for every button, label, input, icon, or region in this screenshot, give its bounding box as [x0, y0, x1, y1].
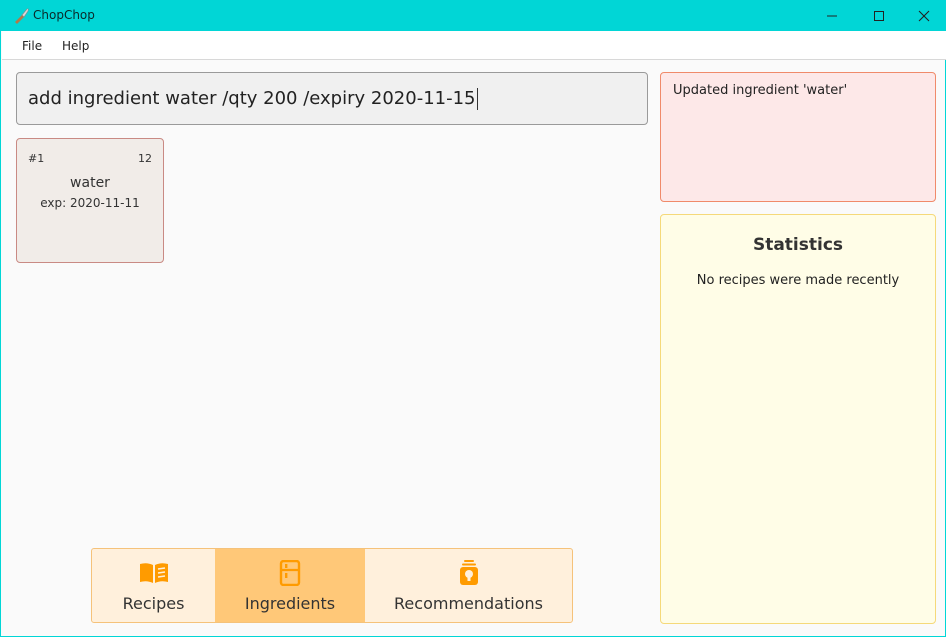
- minimize-icon: [826, 7, 838, 26]
- text-caret: [476, 87, 478, 110]
- close-button[interactable]: [901, 1, 946, 31]
- statistics-message: No recipes were made recently: [696, 273, 900, 288]
- command-text: add ingredient water /qty 200 /expiry 20…: [28, 88, 476, 109]
- app-window: ChopChop File Help add ingredient water …: [0, 0, 946, 637]
- ingredient-quantity: 12: [138, 152, 152, 165]
- tab-ingredients-label: Ingredients: [244, 594, 336, 613]
- ingredient-card[interactable]: #1 12 water exp: 2020-11-11: [16, 138, 164, 263]
- menu-file[interactable]: File: [22, 39, 42, 53]
- book-icon: [139, 560, 169, 586]
- command-input[interactable]: add ingredient water /qty 200 /expiry 20…: [16, 72, 648, 125]
- minimize-button[interactable]: [809, 1, 855, 31]
- statistics-title: Statistics: [752, 235, 844, 255]
- result-display: Updated ingredient 'water': [660, 72, 936, 202]
- ingredient-name: water: [70, 175, 110, 191]
- ingredient-expiry: exp: 2020-11-11: [40, 196, 140, 210]
- tab-recipes[interactable]: Recipes: [92, 549, 215, 622]
- tab-bar: Recipes Ingredients Recommendations: [91, 548, 573, 623]
- fridge-icon: [279, 560, 301, 586]
- tab-ingredients[interactable]: Ingredients: [215, 549, 365, 622]
- maximize-icon: [873, 7, 885, 26]
- knife-icon: [12, 7, 30, 25]
- lightbulb-jar-icon: [458, 560, 480, 586]
- ingredient-index: #1: [28, 152, 45, 165]
- window-title: ChopChop: [33, 8, 95, 22]
- close-icon: [918, 7, 930, 26]
- result-message: Updated ingredient 'water': [673, 83, 848, 98]
- tab-recommendations[interactable]: Recommendations: [365, 549, 572, 622]
- tab-recipes-label: Recipes: [122, 594, 185, 613]
- maximize-button[interactable]: [856, 1, 902, 31]
- title-bar[interactable]: ChopChop: [1, 1, 946, 31]
- tab-recommendations-label: Recommendations: [394, 594, 543, 613]
- menu-bar: File Help: [2, 31, 946, 60]
- menu-help[interactable]: Help: [62, 39, 89, 53]
- statistics-panel: Statistics No recipes were made recently: [660, 214, 936, 624]
